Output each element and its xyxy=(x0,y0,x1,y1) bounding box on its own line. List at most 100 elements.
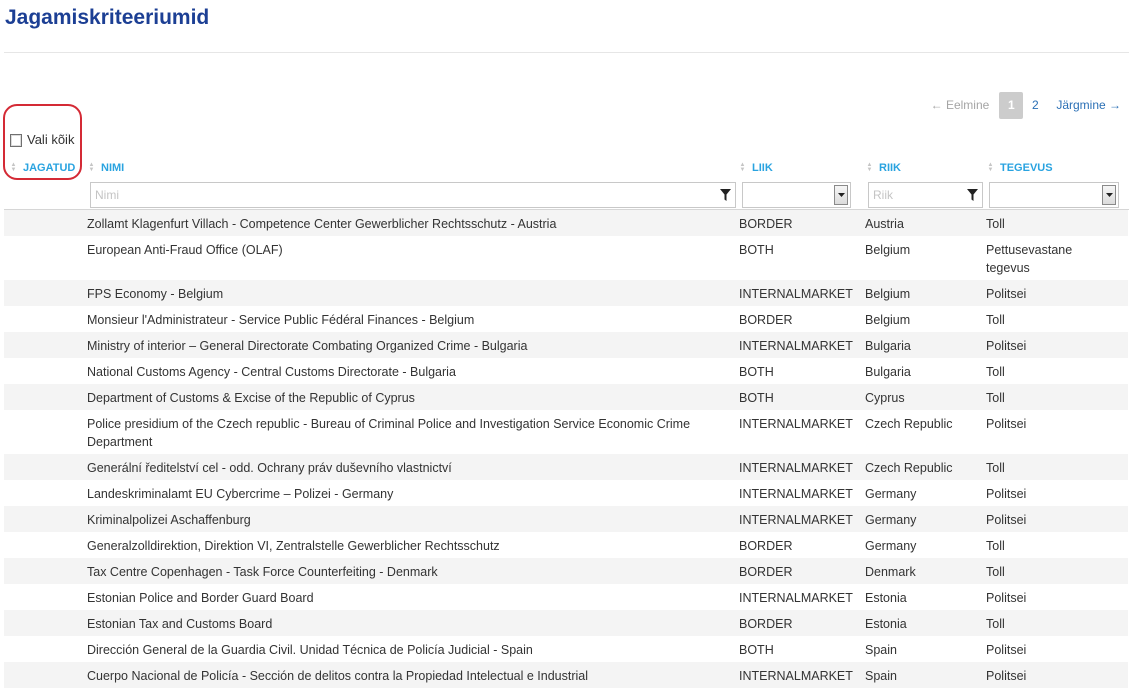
chevron-down-icon[interactable] xyxy=(1102,185,1116,205)
row-action: Pettusevastane tegevus xyxy=(986,243,1073,275)
row-country: Bulgaria xyxy=(865,365,911,379)
row-type: BORDER xyxy=(739,217,793,231)
row-name: Landeskriminalamt EU Cybercrime – Polize… xyxy=(87,487,394,501)
column-header-action-label: TEGEVUS xyxy=(1000,162,1053,174)
row-action: Politsei xyxy=(986,669,1027,683)
table-row[interactable]: Estonian Tax and Customs Board BORDER Es… xyxy=(4,610,1128,636)
row-type: INTERNALMARKET xyxy=(739,417,853,431)
table-row[interactable]: Department of Customs & Excise of the Re… xyxy=(4,384,1128,410)
row-name: Ministry of interior – General Directora… xyxy=(87,339,528,353)
sort-icon: ▲ ▼ xyxy=(739,162,746,173)
column-header-shared[interactable]: ▲ ▼ JAGATUD xyxy=(10,162,76,174)
row-action: Politsei xyxy=(986,287,1027,301)
table-row[interactable]: Ministry of interior – General Directora… xyxy=(4,332,1128,358)
row-name: Estonian Police and Border Guard Board xyxy=(87,591,314,605)
name-filter-input[interactable] xyxy=(91,188,720,202)
table-row[interactable]: Generální ředitelství cel - odd. Ochrany… xyxy=(4,454,1128,480)
table-row[interactable]: Tax Centre Copenhagen - Task Force Count… xyxy=(4,558,1128,584)
row-country: Bulgaria xyxy=(865,339,911,353)
sort-icon: ▲ ▼ xyxy=(88,162,95,173)
table-row[interactable]: Kriminalpolizei Aschaffenburg INTERNALMA… xyxy=(4,506,1128,532)
row-type: BOTH xyxy=(739,365,774,379)
row-country: Austria xyxy=(865,217,904,231)
column-header-shared-label: JAGATUD xyxy=(23,162,76,174)
select-all-label: Vali kõik xyxy=(27,131,75,147)
row-country: Germany xyxy=(865,513,917,527)
row-name: Generalzolldirektion, Direktion VI, Zent… xyxy=(87,539,500,553)
select-all[interactable]: Vali kõik xyxy=(10,131,74,147)
table-row[interactable]: Estonian Police and Border Guard Board I… xyxy=(4,584,1128,610)
row-action: Toll xyxy=(986,565,1005,579)
row-type: BORDER xyxy=(739,539,793,553)
sort-icon: ▲ ▼ xyxy=(866,162,873,173)
row-type: INTERNALMARKET xyxy=(739,487,853,501)
column-header-country[interactable]: ▲ ▼ RIIK xyxy=(866,162,901,174)
sort-icon: ▲ ▼ xyxy=(10,162,17,173)
table-row[interactable]: Landeskriminalamt EU Cybercrime – Polize… xyxy=(4,480,1128,506)
row-country: Spain xyxy=(865,669,897,683)
pagination-page-2[interactable]: 2 xyxy=(1028,98,1042,112)
table-row[interactable]: National Customs Agency - Central Custom… xyxy=(4,358,1128,384)
name-filter xyxy=(90,182,736,208)
row-country: Germany xyxy=(865,487,917,501)
select-all-checkbox[interactable] xyxy=(10,134,22,147)
row-country: Denmark xyxy=(865,565,916,579)
row-type: INTERNALMARKET xyxy=(739,287,853,301)
action-filter-select[interactable] xyxy=(989,182,1119,208)
row-name: Dirección General de la Guardia Civil. U… xyxy=(87,643,533,657)
row-action: Politsei xyxy=(986,643,1027,657)
column-header-country-label: RIIK xyxy=(879,162,901,174)
table-row[interactable]: Generalzolldirektion, Direktion VI, Zent… xyxy=(4,532,1128,558)
row-action: Toll xyxy=(986,313,1005,327)
table-row[interactable]: Zollamt Klagenfurt Villach - Competence … xyxy=(4,210,1128,236)
row-name: Kriminalpolizei Aschaffenburg xyxy=(87,513,251,527)
row-name: Cuerpo Nacional de Policía - Sección de … xyxy=(87,669,588,683)
table-row[interactable]: Cuerpo Nacional de Policía - Sección de … xyxy=(4,662,1128,688)
column-header-type-label: LIIK xyxy=(752,162,773,174)
table-row[interactable]: Monsieur l'Administrateur - Service Publ… xyxy=(4,306,1128,332)
row-action: Politsei xyxy=(986,591,1027,605)
sort-icon: ▲ ▼ xyxy=(987,162,994,173)
page-title: Jagamiskriteeriumid xyxy=(5,6,210,29)
row-type: BORDER xyxy=(739,565,793,579)
column-header-type[interactable]: ▲ ▼ LIIK xyxy=(739,162,773,174)
row-country: Belgium xyxy=(865,313,911,327)
country-filter xyxy=(868,182,983,208)
filter-icon[interactable] xyxy=(720,189,731,201)
country-filter-input[interactable] xyxy=(869,188,967,202)
row-action: Politsei xyxy=(986,417,1027,431)
chevron-down-icon[interactable] xyxy=(834,185,848,205)
table-row[interactable]: Police presidium of the Czech republic -… xyxy=(4,410,1128,454)
row-action: Politsei xyxy=(986,339,1027,353)
pagination-page-1[interactable]: 1 xyxy=(999,91,1024,119)
row-country: Spain xyxy=(865,643,897,657)
column-header-action[interactable]: ▲ ▼ TEGEVUS xyxy=(987,162,1053,174)
row-country: Cyprus xyxy=(865,391,905,405)
pagination-next[interactable]: Järgmine → xyxy=(1056,98,1121,112)
row-type: BOTH xyxy=(739,643,774,657)
row-action: Politsei xyxy=(986,487,1027,501)
row-country: Belgium xyxy=(865,243,911,257)
table-row[interactable]: Dirección General de la Guardia Civil. U… xyxy=(4,636,1128,662)
column-header-name[interactable]: ▲ ▼ NIMI xyxy=(88,162,125,174)
row-name: Zollamt Klagenfurt Villach - Competence … xyxy=(87,217,557,231)
row-name: FPS Economy - Belgium xyxy=(87,287,224,301)
row-type: BORDER xyxy=(739,617,793,631)
row-name: Department of Customs & Excise of the Re… xyxy=(87,391,415,405)
table-row[interactable]: European Anti-Fraud Office (OLAF) BOTH B… xyxy=(4,236,1128,280)
pagination: ← Eelmine 1 2 Järgmine → xyxy=(931,91,1121,119)
row-country: Czech Republic xyxy=(865,461,953,475)
row-type: INTERNALMARKET xyxy=(739,461,853,475)
column-header-name-label: NIMI xyxy=(101,162,125,174)
row-name: National Customs Agency - Central Custom… xyxy=(87,365,456,379)
type-filter-select[interactable] xyxy=(742,182,851,208)
pagination-prev[interactable]: ← Eelmine xyxy=(931,98,990,112)
row-name: Tax Centre Copenhagen - Task Force Count… xyxy=(87,565,438,579)
row-country: Estonia xyxy=(865,591,907,605)
row-type: INTERNALMARKET xyxy=(739,513,853,527)
row-country: Estonia xyxy=(865,617,907,631)
filter-icon[interactable] xyxy=(967,189,978,201)
table-row[interactable]: FPS Economy - Belgium INTERNALMARKET Bel… xyxy=(4,280,1128,306)
row-name: Monsieur l'Administrateur - Service Publ… xyxy=(87,313,475,327)
row-action: Toll xyxy=(986,617,1005,631)
